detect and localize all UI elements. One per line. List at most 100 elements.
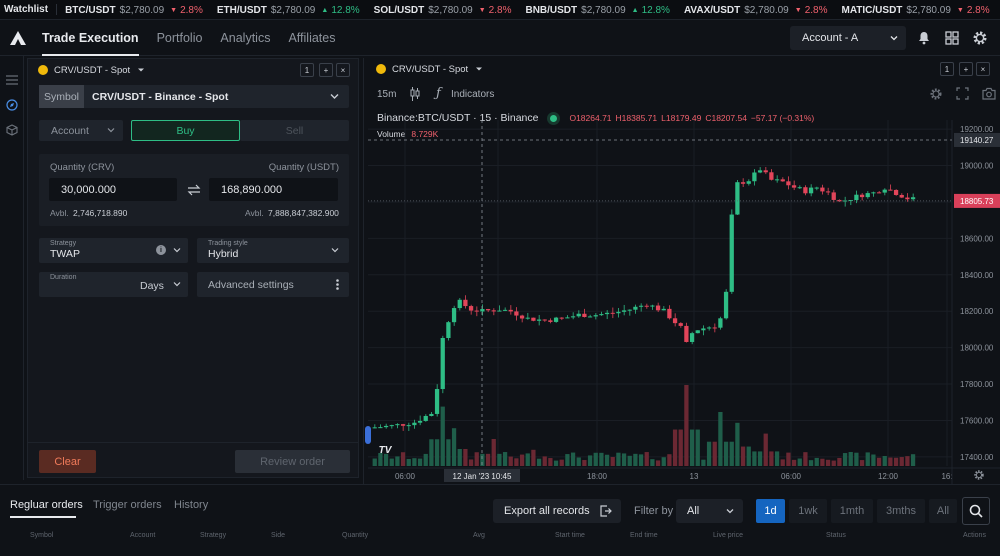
kebab-menu-icon[interactable] — [336, 279, 339, 290]
candle — [559, 317, 564, 319]
clear-button[interactable]: Clear — [39, 450, 96, 473]
logo-icon[interactable] — [0, 20, 36, 56]
y-tick-label: 17600.00 — [960, 416, 994, 425]
volume-bar — [548, 458, 553, 466]
col-quantity: Quantity — [342, 532, 369, 539]
symbol-select[interactable]: Symbol CRV/USDT - Binance - Spot — [39, 85, 349, 108]
order-panel: CRV/USDT - Spot 1 + × Symbol CRV/USDT - … — [27, 58, 359, 478]
bell-icon[interactable] — [914, 28, 934, 48]
axis-settings-icon[interactable] — [973, 469, 985, 481]
volume-bar — [763, 433, 768, 466]
volume-bar — [831, 460, 836, 466]
volume-bar — [876, 457, 882, 466]
duration-select[interactable]: Duration Days — [39, 272, 188, 297]
export-records-button[interactable]: Export all records — [493, 499, 621, 523]
grid-icon[interactable] — [942, 28, 962, 48]
candle — [905, 197, 910, 200]
nav-tab-analytics[interactable]: Analytics — [220, 20, 270, 56]
range-1mth[interactable]: 1mth — [831, 499, 873, 523]
volume-bar — [865, 452, 870, 466]
tab-regular-orders[interactable]: Regluar orders — [10, 499, 83, 511]
symbol-label: Symbol — [39, 85, 84, 108]
compass-icon[interactable] — [4, 97, 20, 113]
watchlist-ticker: Watchlist BTC/USDT $2,780.09 ▼ 2.8% ETH/USDT… — [0, 0, 1000, 20]
ticker-item[interactable]: ETH/USDT $2,780.09 ▲ 12.8% — [217, 5, 360, 16]
volume-bar — [621, 453, 627, 466]
gear-icon[interactable] — [970, 28, 990, 48]
candle — [423, 415, 428, 421]
candle — [644, 305, 649, 307]
candle — [820, 187, 825, 192]
candle — [746, 181, 751, 184]
volume-bar — [542, 456, 547, 466]
account-selector[interactable]: Account - A — [790, 26, 906, 50]
ticker-arrow-icon: ▼ — [170, 6, 178, 14]
candle — [633, 306, 638, 310]
candle — [434, 389, 440, 414]
advanced-settings-button[interactable]: Advanced settings — [197, 272, 349, 297]
volume-bar — [497, 453, 502, 466]
volume-bar — [457, 448, 462, 466]
ticker-item[interactable]: BNB/USDT $2,780.09 ▲ 12.8% — [525, 5, 669, 16]
quantity-box: Quantity (CRV) Quantity (USDT) 30,000.00… — [39, 154, 349, 226]
candle — [576, 313, 581, 317]
candle — [604, 312, 610, 315]
volume-bar — [695, 429, 700, 466]
volume-bar — [797, 458, 802, 466]
volume-bar — [610, 457, 615, 466]
account-select[interactable]: Account — [39, 120, 123, 141]
volume-bar — [531, 449, 536, 466]
candle — [514, 311, 519, 316]
ticker-item[interactable]: SOL/USDT $2,780.09 ▼ 2.8% — [374, 5, 512, 16]
menu-icon[interactable] — [4, 72, 20, 88]
scroll-handle[interactable] — [365, 426, 371, 444]
ticker-change: 12.8% — [641, 4, 670, 16]
ticker-item[interactable]: AVAX/USDT $2,780.09 ▼ 2.8% — [684, 5, 828, 16]
filter-select[interactable]: All — [676, 499, 743, 523]
sell-button[interactable]: Sell — [240, 120, 349, 141]
range-3mths[interactable]: 3mths — [877, 499, 925, 523]
y-tick-label: 18000.00 — [960, 344, 994, 353]
price-chart[interactable]: 19200.0019000.0018800.0018600.0018400.00… — [364, 58, 1000, 484]
range-1d[interactable]: 1d — [756, 499, 785, 523]
range-1wk[interactable]: 1wk — [789, 499, 827, 523]
candle — [803, 187, 808, 194]
swap-arrows-icon[interactable] — [187, 184, 201, 196]
y-tick-label: 17800.00 — [960, 380, 994, 389]
chevron-down-icon — [173, 282, 181, 287]
trading-style-select[interactable]: Trading style Hybrid — [197, 238, 349, 263]
nav-tab-affiliates[interactable]: Affiliates — [288, 20, 335, 56]
nav-tab-portfolio[interactable]: Portfolio — [157, 20, 203, 56]
candle — [587, 316, 593, 318]
add-panel-button[interactable]: + — [319, 63, 333, 77]
nav-tab-trade-execution[interactable]: Trade Execution — [42, 20, 139, 56]
ticker-item[interactable]: BTC/USDT $2,780.09 ▼ 2.8% — [65, 5, 203, 16]
cube-icon[interactable] — [4, 122, 20, 138]
candle — [825, 191, 831, 193]
ticker-item[interactable]: MATIC/USDT $2,780.09 ▼ 2.8% — [841, 5, 989, 16]
info-icon[interactable]: i — [156, 245, 166, 255]
search-button[interactable] — [962, 497, 990, 525]
tab-trigger-orders[interactable]: Trigger orders — [93, 499, 162, 511]
review-order-button[interactable]: Review order — [235, 450, 350, 473]
qty-usdt-input[interactable]: 168,890.000 — [209, 178, 338, 201]
strategy-label: Strategy — [50, 240, 77, 247]
candle — [701, 328, 706, 331]
tab-history[interactable]: History — [174, 499, 208, 511]
candle — [769, 172, 774, 180]
volume-bar — [791, 459, 797, 466]
strategy-select[interactable]: Strategy TWAP i — [39, 238, 188, 263]
watchlist-label[interactable]: Watchlist — [0, 4, 58, 15]
window-index-badge[interactable]: 1 — [300, 63, 314, 77]
volume-bar — [718, 412, 723, 466]
close-panel-button[interactable]: × — [336, 63, 350, 77]
order-panel-pair[interactable]: CRV/USDT - Spot — [54, 65, 130, 76]
avbl-right-value: 7,888,847,382.900 — [268, 208, 339, 218]
candle — [474, 310, 479, 312]
range-all[interactable]: All — [929, 499, 957, 523]
qty-crv-input[interactable]: 30,000.000 — [49, 178, 177, 201]
caret-down-icon[interactable] — [138, 67, 145, 73]
buy-button[interactable]: Buy — [131, 120, 240, 141]
export-label: Export all records — [504, 505, 590, 517]
ticker-price: $2,780.09 — [906, 4, 951, 16]
